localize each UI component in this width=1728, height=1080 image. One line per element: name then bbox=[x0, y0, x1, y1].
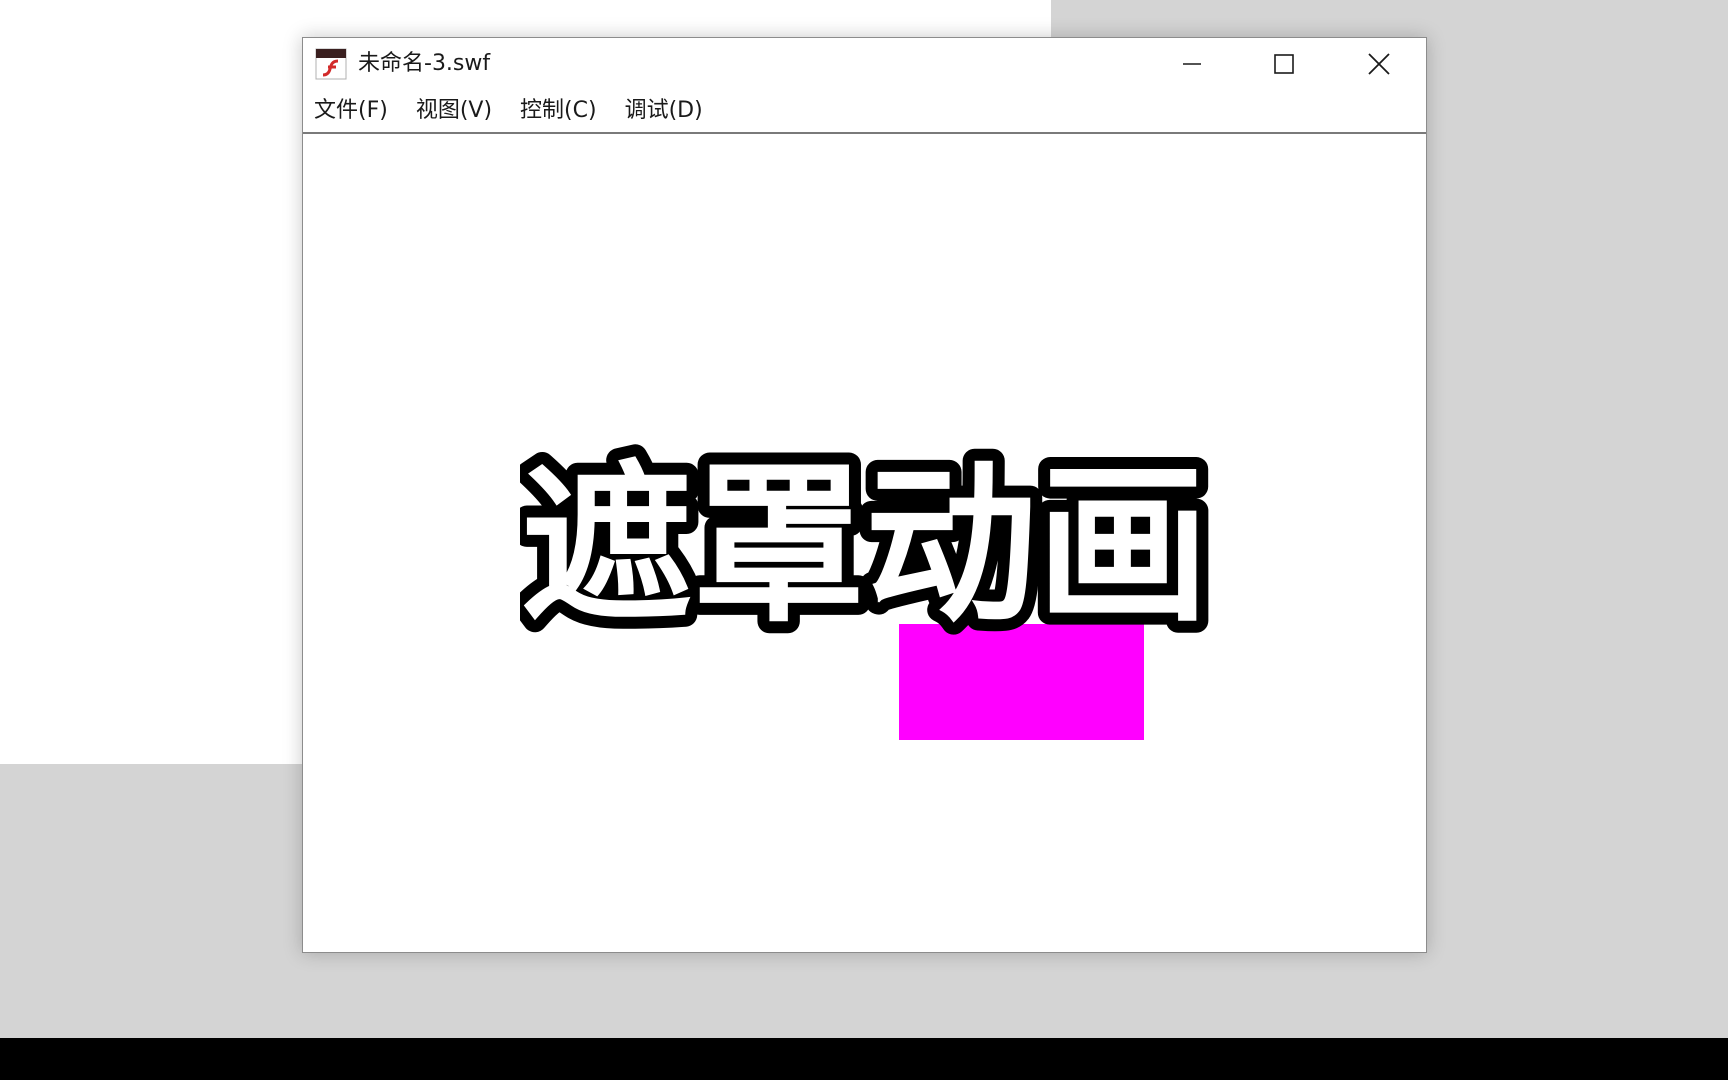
caption-overlay: 遮罩动画 遮罩动画 bbox=[520, 440, 1210, 640]
menu-view[interactable]: 视图(V) bbox=[416, 98, 492, 124]
flash-player-icon bbox=[315, 48, 347, 80]
bottom-black-bar bbox=[0, 1038, 1728, 1080]
menu-file[interactable]: 文件(F) bbox=[314, 98, 388, 124]
window-title: 未命名-3.swf bbox=[358, 51, 491, 76]
menu-debug[interactable]: 调试(D) bbox=[625, 98, 703, 124]
menu-control[interactable]: 控制(C) bbox=[520, 98, 597, 124]
screen: 未命名-3.swf 文件(F) 视图(V) 控制(C) 调试(D) 遮罩动画 遮… bbox=[0, 0, 1728, 1080]
caption-text: 遮罩动画 bbox=[521, 445, 1209, 640]
close-icon bbox=[1368, 53, 1390, 75]
title-bar[interactable]: 未命名-3.swf bbox=[303, 38, 1426, 90]
minimize-button[interactable] bbox=[1146, 38, 1238, 90]
menu-bar: 文件(F) 视图(V) 控制(C) 调试(D) bbox=[303, 90, 1426, 134]
maximize-icon bbox=[1274, 54, 1294, 74]
magenta-rectangle bbox=[899, 624, 1144, 740]
minimize-icon bbox=[1183, 63, 1201, 65]
close-button[interactable] bbox=[1333, 38, 1425, 90]
maximize-button[interactable] bbox=[1238, 38, 1330, 90]
